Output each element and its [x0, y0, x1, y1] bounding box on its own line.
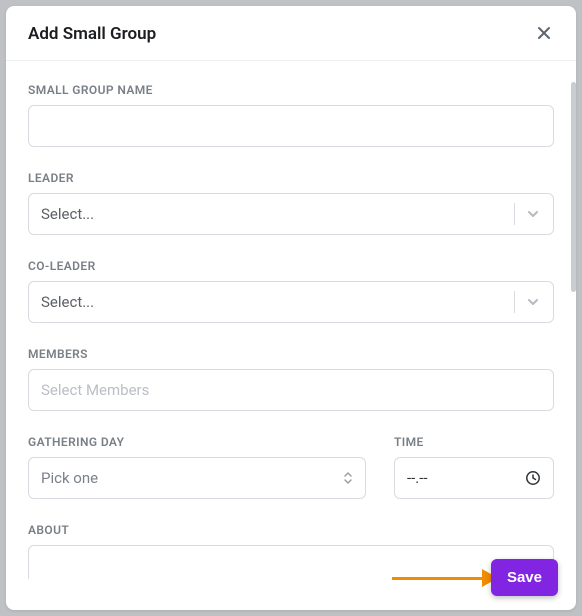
select-leader[interactable]: Select...: [28, 193, 554, 235]
close-button[interactable]: [534, 24, 554, 44]
select-leader-value: Select...: [41, 205, 94, 223]
field-time: TIME --.--: [394, 435, 554, 499]
chevron-down-icon: [525, 294, 541, 310]
label-time: TIME: [394, 435, 554, 449]
close-icon: [536, 25, 552, 44]
input-small-group-name[interactable]: [28, 105, 554, 147]
label-members: MEMBERS: [28, 347, 554, 361]
field-leader: LEADER Select...: [28, 171, 554, 235]
modal-container: Add Small Group SMALL GROUP NAME LEADER …: [0, 0, 582, 616]
label-coleader: CO-LEADER: [28, 259, 554, 273]
input-members[interactable]: Select Members: [28, 369, 554, 411]
label-leader: LEADER: [28, 171, 554, 185]
select-coleader-value: Select...: [41, 293, 94, 311]
select-stepper-icon: [343, 471, 353, 485]
label-gathering-day: GATHERING DAY: [28, 435, 366, 449]
field-members: MEMBERS Select Members: [28, 347, 554, 411]
row-day-time: GATHERING DAY Pick one TIME --.--: [28, 435, 554, 499]
field-coleader: CO-LEADER Select...: [28, 259, 554, 323]
clock-icon: [525, 470, 541, 486]
label-small-group-name: SMALL GROUP NAME: [28, 83, 554, 97]
gathering-day-value: Pick one: [41, 469, 98, 487]
modal-header: Add Small Group: [6, 6, 576, 61]
label-about: ABOUT: [28, 523, 554, 537]
modal-body: SMALL GROUP NAME LEADER Select... CO-LEA…: [6, 61, 576, 610]
field-about: ABOUT: [28, 523, 554, 579]
field-small-group-name: SMALL GROUP NAME: [28, 83, 554, 147]
textarea-about[interactable]: [28, 545, 554, 579]
members-placeholder: Select Members: [41, 381, 149, 399]
scrollbar[interactable]: [571, 82, 576, 292]
save-button-label: Save: [507, 569, 542, 586]
select-separator: [514, 203, 515, 225]
select-separator: [514, 291, 515, 313]
save-button[interactable]: Save: [491, 559, 558, 596]
add-small-group-modal: Add Small Group SMALL GROUP NAME LEADER …: [6, 6, 576, 610]
field-gathering-day: GATHERING DAY Pick one: [28, 435, 366, 499]
time-value: --.--: [407, 469, 428, 487]
select-coleader[interactable]: Select...: [28, 281, 554, 323]
select-gathering-day[interactable]: Pick one: [28, 457, 366, 499]
input-time[interactable]: --.--: [394, 457, 554, 499]
chevron-down-icon: [525, 206, 541, 222]
modal-title: Add Small Group: [28, 24, 156, 44]
